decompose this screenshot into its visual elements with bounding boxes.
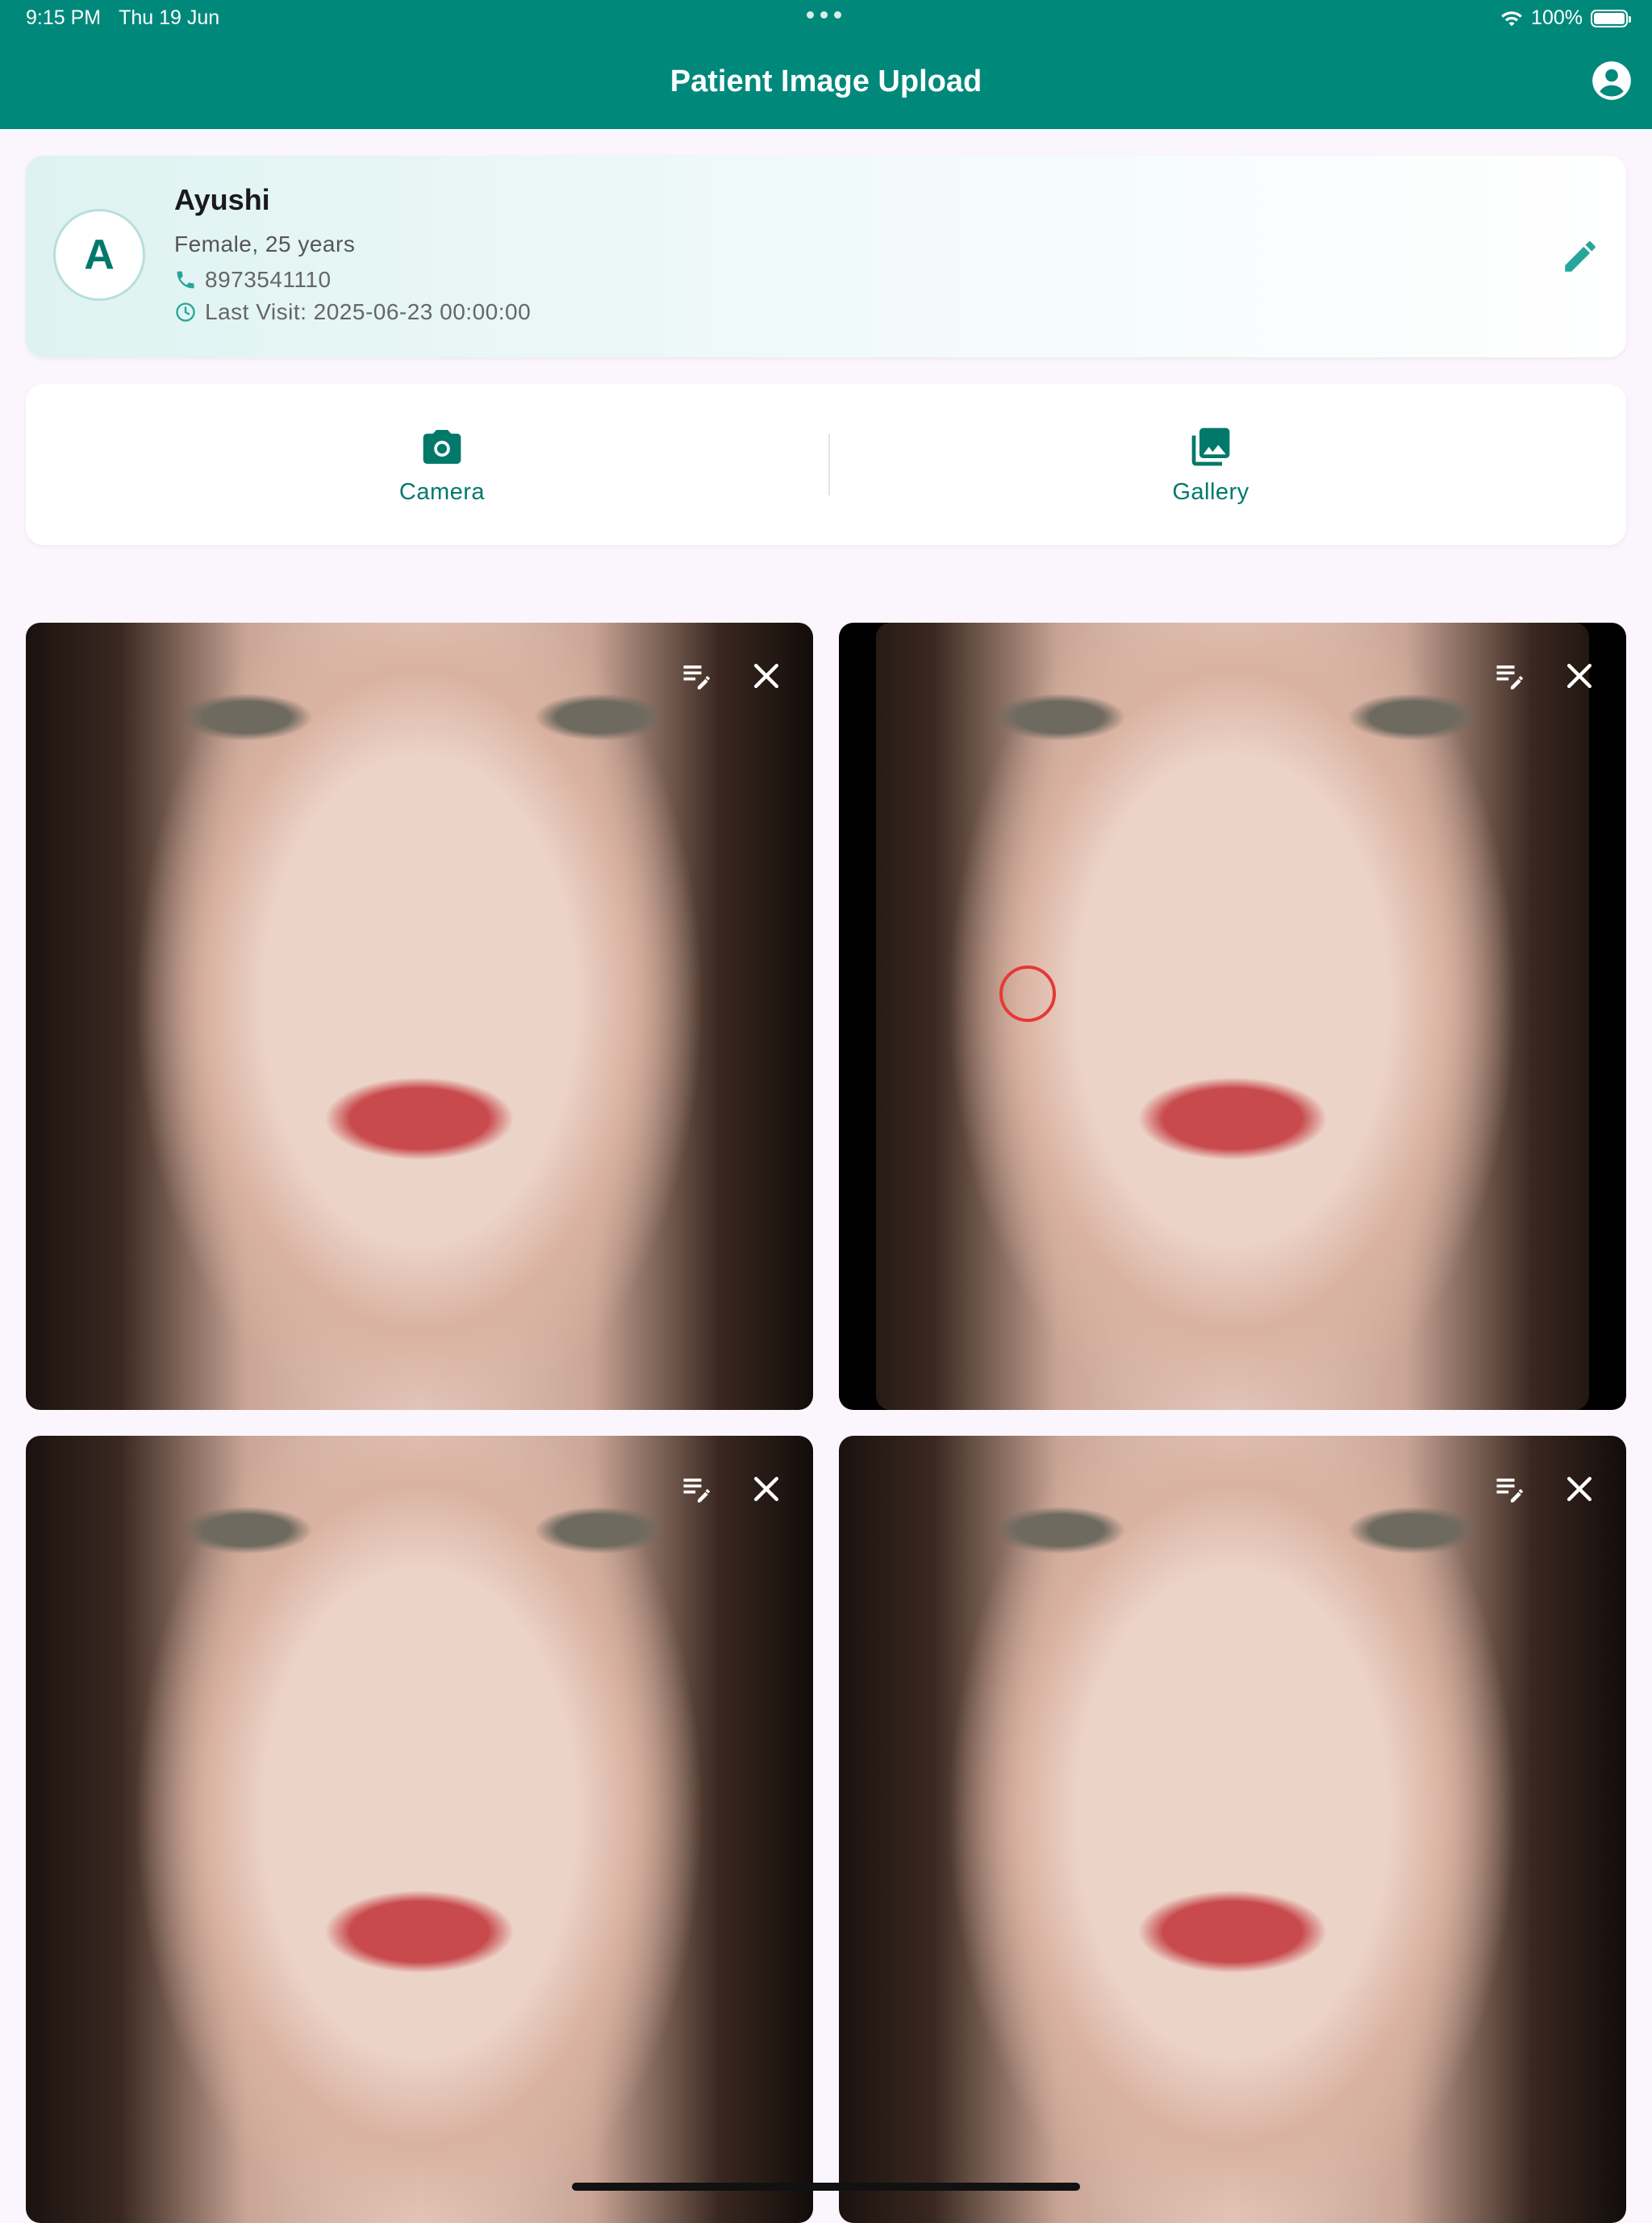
gallery-icon — [1191, 428, 1230, 465]
page-title: Patient Image Upload — [670, 65, 982, 98]
edit-notes-icon[interactable] — [1492, 658, 1528, 694]
close-icon[interactable] — [1562, 1471, 1597, 1507]
status-bar-right: 100% — [1500, 6, 1631, 30]
multitasking-dots-icon[interactable] — [807, 11, 841, 19]
clock-icon — [176, 302, 195, 322]
home-indicator[interactable] — [572, 2183, 1080, 2191]
edit-notes-icon[interactable] — [679, 658, 715, 694]
app-bar: 9:15 PM Thu 19 Jun 100% Patient Image Up… — [0, 0, 1652, 129]
close-icon[interactable] — [749, 1471, 784, 1507]
gallery-button[interactable]: Gallery — [1017, 384, 1404, 545]
marker-circle — [999, 966, 1056, 1022]
patient-photo[interactable] — [839, 623, 1626, 1410]
wifi-icon — [1501, 10, 1522, 26]
last-visit: Last Visit: 2025-06-23 00:00:00 — [205, 299, 532, 324]
avatar: A — [53, 209, 145, 301]
close-icon[interactable] — [1562, 658, 1597, 694]
photo-toolbar — [1492, 658, 1597, 694]
edit-notes-icon[interactable] — [1492, 1471, 1528, 1507]
patient-phone: 8973541110 — [205, 267, 332, 292]
camera-button[interactable]: Camera — [248, 384, 636, 545]
patient-photo[interactable] — [26, 623, 813, 1410]
photo-toolbar — [1492, 1471, 1597, 1507]
gallery-label: Gallery — [1172, 478, 1249, 505]
status-bar-left: 9:15 PM Thu 19 Jun — [26, 6, 219, 30]
edit-notes-icon[interactable] — [679, 1471, 715, 1507]
last-visit-row: Last Visit: 2025-06-23 00:00:00 — [174, 299, 531, 325]
account-circle-icon[interactable] — [1591, 60, 1633, 102]
camera-label: Camera — [398, 478, 486, 505]
patient-photo[interactable] — [26, 1436, 813, 2223]
image-source-actions: Camera Gallery — [26, 384, 1626, 545]
photo-toolbar — [679, 658, 784, 694]
action-divider — [828, 434, 830, 495]
battery-icon — [1591, 9, 1631, 27]
photo-toolbar — [679, 1471, 784, 1507]
patient-details: Female, 25 years — [174, 231, 356, 256]
camera-icon — [423, 429, 461, 464]
phone-icon — [177, 271, 194, 289]
status-time: 9:15 PM — [26, 6, 102, 29]
close-icon[interactable] — [749, 658, 784, 694]
battery-percent: 100% — [1531, 6, 1583, 29]
pencil-icon[interactable] — [1560, 236, 1600, 277]
phone-row: 8973541110 — [174, 267, 332, 293]
patient-name: Ayushi — [174, 183, 270, 216]
patient-photo[interactable] — [839, 1436, 1626, 2223]
status-date: Thu 19 Jun — [119, 6, 220, 29]
patient-card: A Ayushi Female, 25 years 8973541110 Las… — [26, 156, 1626, 357]
